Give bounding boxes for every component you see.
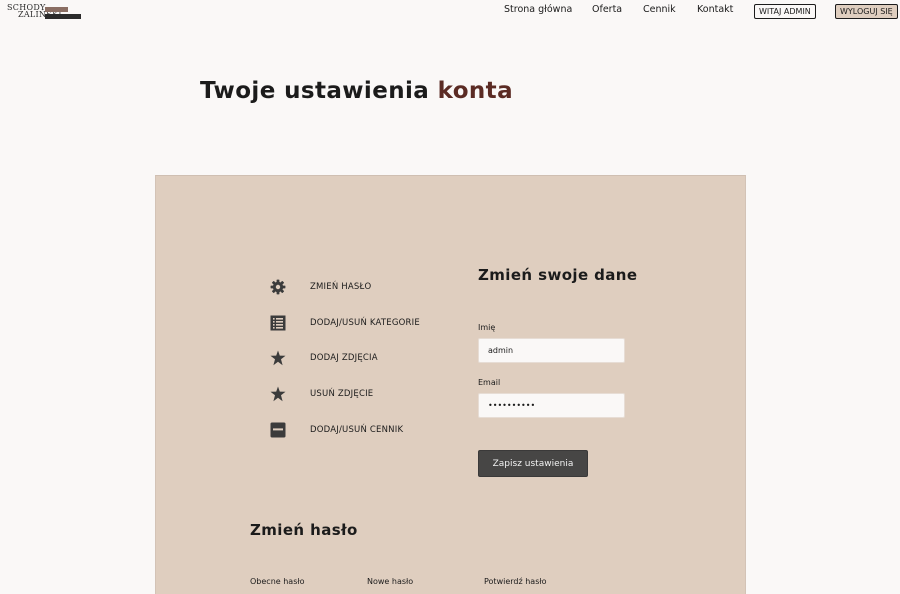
welcome-admin-button[interactable]: WITAJ ADMIN [754, 4, 816, 19]
name-label: Imię [478, 323, 496, 332]
menu-item-label: DODAJ/USUŃ KATEGORIE [310, 318, 420, 328]
star-icon [270, 350, 286, 366]
email-label: Email [478, 378, 501, 387]
gear-icon [270, 279, 286, 295]
change-password-title: Zmień hasło [250, 521, 358, 539]
save-settings-button[interactable]: Zapisz ustawienia [478, 450, 588, 477]
settings-panel: ZMIEŃ HASŁO DODAJ/USUŃ KATEGORIE DODAJ Z… [155, 175, 746, 594]
logo[interactable]: SCHODY ZALIŃSKI [7, 3, 81, 19]
menu-item-label: DODAJ ZDJĘCIA [310, 353, 378, 363]
nav-link-contact[interactable]: Kontakt [697, 4, 733, 15]
menu-item-label: ZMIEŃ HASŁO [310, 282, 372, 292]
menu-item-label: DODAJ/USUŃ CENNIK [310, 425, 404, 435]
current-password-label: Obecne hasło [250, 577, 305, 586]
menu-item-label: USUŃ ZDJĘCIE [310, 389, 374, 399]
email-input[interactable]: •••••••••• [478, 393, 625, 418]
logo-bar [45, 7, 68, 12]
page-title-main: Twoje ustawienia [200, 78, 430, 104]
nav-link-home[interactable]: Strona główna [504, 4, 572, 15]
card-icon [270, 422, 286, 438]
list-icon [270, 315, 286, 331]
name-input[interactable]: admin [478, 338, 625, 363]
menu-item-categories[interactable]: DODAJ/USUŃ KATEGORIE [270, 315, 470, 335]
star-icon [270, 386, 286, 402]
menu-item-add-photos[interactable]: DODAJ ZDJĘCIA [270, 350, 470, 370]
logout-button[interactable]: WYLOGUJ SIĘ [835, 4, 898, 19]
nav-link-pricing[interactable]: Cennik [643, 4, 676, 15]
logo-bar [45, 14, 81, 19]
menu-item-pricing[interactable]: DODAJ/USUŃ CENNIK [270, 422, 470, 442]
nav-link-offer[interactable]: Oferta [592, 4, 622, 15]
menu-item-delete-photo[interactable]: USUŃ ZDJĘCIE [270, 386, 470, 406]
confirm-password-label: Potwierdź hasło [484, 577, 547, 586]
menu-item-change-password[interactable]: ZMIEŃ HASŁO [270, 279, 470, 299]
new-password-label: Nowe hasło [367, 577, 414, 586]
page-title: Twoje ustawienia konta [200, 78, 513, 104]
page-title-accent: konta [437, 78, 513, 104]
form-title: Zmień swoje dane [478, 266, 638, 284]
